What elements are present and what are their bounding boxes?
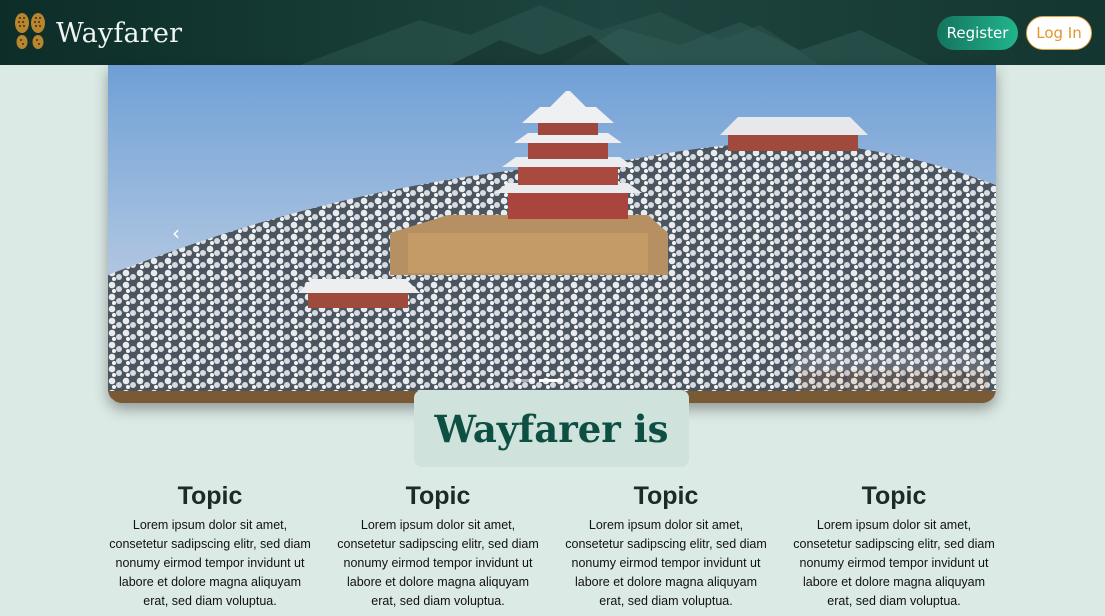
topic-title: Topic bbox=[861, 482, 927, 510]
navbar: Wayfarer Register Log In bbox=[0, 0, 1105, 65]
carousel-prev-button[interactable]: ‹ bbox=[164, 215, 188, 251]
topic-text: Lorem ipsum dolor sit amet, consetetur s… bbox=[793, 518, 995, 608]
intro-title: Wayfarer is bbox=[434, 406, 669, 451]
carousel-slide-image bbox=[108, 65, 996, 403]
intro-heading-box: Wayfarer is bbox=[414, 390, 689, 467]
login-button[interactable]: Log In bbox=[1026, 16, 1092, 50]
topic-card: Topic Lorem ipsum dolor sit amet, conset… bbox=[324, 478, 552, 611]
topics-section: Topic Lorem ipsum dolor sit amet, conset… bbox=[96, 478, 1008, 616]
chevron-right-icon: › bbox=[974, 221, 982, 245]
topic-text: Lorem ipsum dolor sit amet, consetetur s… bbox=[109, 518, 311, 608]
carousel-indicators bbox=[510, 379, 592, 382]
carousel-indicator-1[interactable] bbox=[510, 379, 534, 382]
carousel-next-button[interactable]: › bbox=[966, 215, 990, 251]
brand-name: Wayfarer bbox=[56, 17, 183, 49]
topic-card: Topic Lorem ipsum dolor sit amet, conset… bbox=[552, 478, 780, 611]
topic-card: Topic Lorem ipsum dolor sit amet, conset… bbox=[96, 478, 324, 611]
chevron-left-icon: ‹ bbox=[172, 221, 180, 245]
topic-title: Topic bbox=[177, 482, 243, 510]
hero-carousel: ‹ › bbox=[108, 65, 996, 403]
topic-title: Topic bbox=[633, 482, 699, 510]
carousel-indicator-3[interactable] bbox=[568, 379, 592, 382]
brand[interactable]: Wayfarer bbox=[13, 11, 182, 55]
carousel-indicator-2[interactable] bbox=[539, 379, 563, 382]
footprints-icon bbox=[15, 13, 45, 49]
topic-card: Topic Lorem ipsum dolor sit amet, conset… bbox=[780, 478, 1008, 611]
topic-title: Topic bbox=[405, 482, 471, 510]
topic-text: Lorem ipsum dolor sit amet, consetetur s… bbox=[565, 518, 767, 608]
register-button[interactable]: Register bbox=[937, 16, 1018, 50]
topic-text: Lorem ipsum dolor sit amet, consetetur s… bbox=[337, 518, 539, 608]
